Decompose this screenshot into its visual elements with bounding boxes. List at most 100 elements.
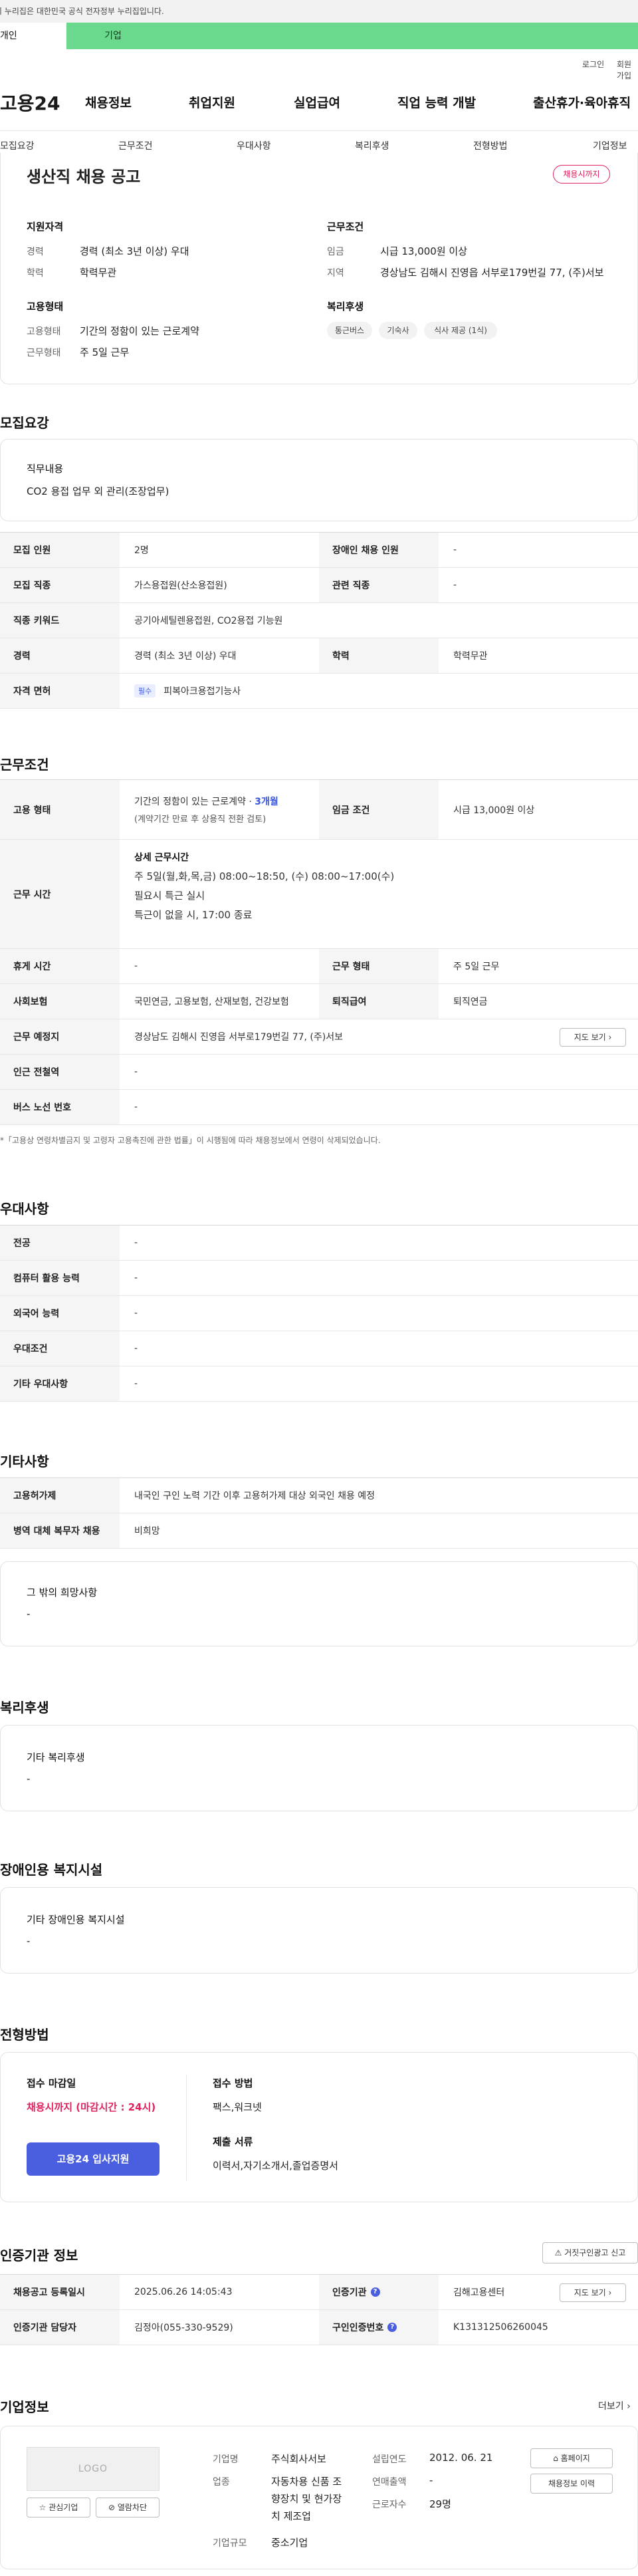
company-name-value: 주식회사서보 [271,2453,326,2465]
company-size-value: 중소기업 [271,2537,308,2549]
table-header-cell: 사회보험 [0,984,120,1019]
table-header-cell: 고용 형태 [0,780,120,839]
industry-value: 향장치 및 현가장 [271,2493,342,2505]
table-header-cell: 모집 인원 [0,533,120,567]
homepage-button[interactable]: ⌂ 홈페이지 [530,2448,613,2468]
auth-map-button[interactable]: 지도 보기 › [560,2283,626,2302]
table-header-cell: 병역 대체 복무자 채용 [0,1513,120,1548]
table-cell: 퇴직연금 [453,997,488,1007]
status-badge: 채용시까지 [553,165,610,184]
career-label: 경력 [27,247,44,257]
extra-wishes-card [0,1561,638,1646]
table-row: 사회보험 국민연금, 고용보험, 산재보험, 건강보험 퇴직급여 퇴직연금 [0,984,638,1019]
gnb-vocational-training[interactable]: 직업 능력 개발 [397,93,476,111]
table-row: 외국어 능력 - [0,1296,638,1331]
welfare-chip: 식사 제공 (1식) [424,322,497,339]
table-cell: 가스용접원(산소용접원) [134,580,227,591]
table-row: 버스 노선 번호 - [0,1090,638,1125]
gnb-unemployment-benefit[interactable]: 실업급여 [294,93,340,111]
table-cell: 경력 (최소 3년 이상) 우대 [134,651,237,662]
industry-label: 업종 [213,2477,230,2488]
false-ad-report-button[interactable]: ⚠ 거짓구인광고 신고 [542,2242,638,2263]
anchor-welfare[interactable]: 복리후생 [355,139,389,152]
method-value: 팩스,워크넷 [213,2101,262,2113]
table-cell: 시급 13,000원 이상 [453,805,535,816]
table-row: 모집 직종 가스용접원(산소용접원) 관련 직종 - [0,568,638,603]
method-heading: 접수 방법 [213,2077,253,2089]
employment-type-note: (계약기간 만료 후 상용직 전환 검토) [134,815,266,825]
preferences-section-title: 우대사항 [0,1201,49,1217]
disability-section-title: 장애인용 복지시설 [0,1862,103,1878]
employment-type-label: 고용형태 [27,326,61,337]
staff-value: 29명 [429,2498,451,2510]
favorite-company-button[interactable]: ☆ 관심기업 [27,2498,90,2517]
welfare-section-title: 복리후생 [0,1700,49,1716]
table-header-cell: 학력 [319,638,439,673]
block-view-button[interactable]: ⊘ 열람차단 [96,2498,160,2517]
table-header-cell: 자격 면허 [0,674,120,708]
gnb-parental-leave[interactable]: 출산휴가·육아휴직 [533,93,631,111]
job-title: 생산직 채용 공고 [27,168,141,186]
user-type-tabs: 개인 기업 [0,23,638,49]
conditions-section-title: 근무조건 [0,757,49,773]
table-row: 직종 키워드 공기아세틸렌용접원, CO2용접 기능원 [0,603,638,638]
table-cell: - [453,545,457,555]
signup-link[interactable]: 회원가입 [617,59,638,81]
table-cell: 김정아(055-330-9529) [134,2323,233,2333]
table-cell: 내국인 구인 노력 기간 이후 고용허가제 대상 외국인 채용 예정 [134,1491,375,1501]
anchor-conditions[interactable]: 근무조건 [118,139,153,152]
preferences-table: 전공 - 컴퓨터 활용 능력 - 외국어 능력 - 우대조건 - 기타 우대사항… [0,1225,638,1402]
work-type-label: 근무형태 [27,348,61,358]
contract-months: 3개월 [255,797,278,807]
wage-label: 임금 [327,247,344,257]
table-header-cell: 임금 조건 [319,780,439,839]
duty-value: CO2 용접 업무 외 관리(조장업무) [27,485,169,497]
info-icon[interactable]: ? [370,2287,380,2297]
table-header-cell: 구인인증번호? [319,2310,439,2345]
anchor-preferences[interactable]: 우대사항 [237,139,271,152]
login-link[interactable]: 로그인 [582,59,604,70]
company-more-link[interactable]: 더보기 › [598,2399,631,2412]
table-header-cell: 버스 노선 번호 [0,1090,120,1124]
industry-value: 치 제조업 [271,2510,311,2522]
table-header-cell: 인증기관 담당자 [0,2310,120,2345]
table-header-cell: 장애인 채용 인원 [319,533,439,567]
extra-wishes-value: - [27,1608,31,1620]
anchor-recruit[interactable]: 모집요강 [0,139,35,152]
etc-section-title: 기타사항 [0,1454,49,1470]
selection-card [0,2052,638,2202]
documents-heading: 제출 서류 [213,2136,253,2148]
license-value: 피복아크용접기능사 [163,686,241,697]
table-header-cell: 근무 예정지 [0,1019,120,1054]
table-row: 자격 면허 필수 피복아크용접기능사 [0,674,638,709]
extra-wishes-heading: 그 밖의 희망사항 [27,1587,98,1599]
recruit-history-button[interactable]: 채용정보 이력 [530,2474,613,2494]
gnb-employment-support[interactable]: 취업지원 [189,93,235,111]
info-icon[interactable]: ? [387,2323,397,2332]
table-header-cell: 경력 [0,638,120,673]
site-logo[interactable]: 고용24 [0,89,60,116]
table-cell: 국민연금, 고용보험, 산재보험, 건강보험 [134,997,289,1007]
table-row: 인증기관 담당자 김정아(055-330-9529) 구인인증번호? K1313… [0,2310,638,2345]
map-view-button[interactable]: 지도 보기 › [560,1028,626,1047]
apply-button[interactable]: 고용24 입사지원 [27,2142,160,2176]
welfare-chip: 기숙사 [379,322,417,339]
table-header-cell: 고용허가제 [0,1478,120,1513]
selection-divider [186,2075,187,2181]
career-value: 경력 (최소 3년 이상) 우대 [80,245,189,257]
table-row: 모집 인원 2명 장애인 채용 인원 - [0,533,638,568]
home-icon: ⌂ [553,2454,558,2463]
company-logo: LOGO [27,2447,160,2491]
tab-personal[interactable]: 개인 [0,23,66,49]
education-value: 학력무관 [80,267,117,279]
region-value: 경상남도 김해시 진영읍 서부로179번길 77, (주)서보 [380,267,604,279]
anchor-company[interactable]: 기업정보 [593,139,627,152]
company-size-label: 기업규모 [213,2538,247,2549]
star-icon: ☆ [39,2503,47,2512]
auth-section-title: 인증기관 정보 [0,2248,78,2263]
table-cell: - [134,961,138,971]
gnb-job-info[interactable]: 채용정보 [85,93,132,111]
tab-company[interactable]: 기업 [66,23,160,49]
anchor-selection[interactable]: 전형방법 [473,139,508,152]
table-cell: 필수 피복아크용접기능사 [134,674,241,708]
